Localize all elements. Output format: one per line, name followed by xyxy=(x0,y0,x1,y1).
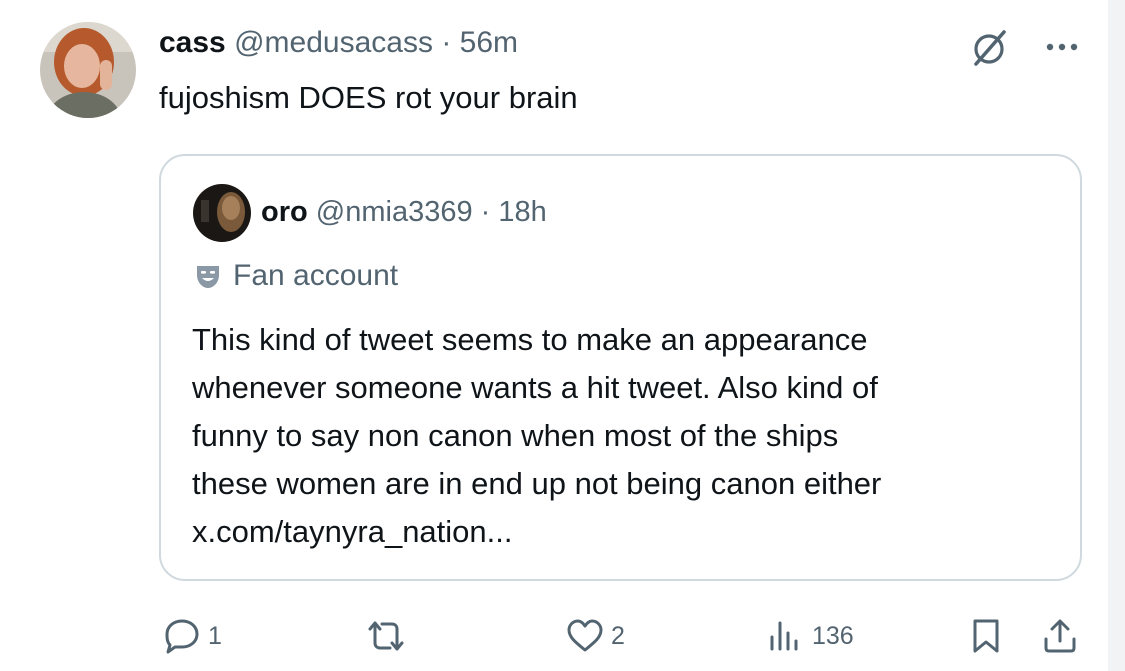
reply-icon xyxy=(162,617,202,655)
views-icon xyxy=(766,617,806,655)
bookmark-button[interactable] xyxy=(968,616,1004,656)
quoted-author-handle[interactable]: @nmia3369 xyxy=(316,196,473,228)
separator: · xyxy=(441,26,452,59)
like-icon xyxy=(565,617,605,655)
quoted-tweet-card[interactable]: oro @nmia3369 · 18h Fan account This kin… xyxy=(159,154,1082,581)
quoted-text-line: these women are in end up not being cano… xyxy=(192,466,882,501)
views-button[interactable]: 136 xyxy=(766,616,854,656)
separator: · xyxy=(480,196,491,228)
quoted-text-line: whenever someone wants a hit tweet. Also… xyxy=(192,370,878,405)
fan-account-label-row: Fan account xyxy=(193,256,398,296)
author-avatar[interactable] xyxy=(40,22,136,118)
bookmark-icon xyxy=(968,617,1004,655)
like-button[interactable]: 2 xyxy=(565,616,625,656)
quoted-tweet-header: oro @nmia3369 · 18h xyxy=(261,196,547,229)
author-name[interactable]: cass xyxy=(159,26,226,59)
repost-icon xyxy=(364,617,408,655)
reply-button[interactable]: 1 xyxy=(162,616,222,656)
fan-account-icon xyxy=(193,261,223,291)
quoted-author-avatar[interactable] xyxy=(193,184,251,242)
quoted-timestamp[interactable]: 18h xyxy=(498,196,546,228)
tweet-text: fujoshism DOES rot your brain xyxy=(159,80,578,115)
quoted-text-line: funny to say non canon when most of the … xyxy=(192,418,839,453)
share-icon xyxy=(1040,617,1080,655)
reply-count: 1 xyxy=(208,621,222,650)
timestamp[interactable]: 56m xyxy=(460,26,518,59)
like-count: 2 xyxy=(611,621,625,650)
fan-account-label: Fan account xyxy=(233,259,399,292)
tweet-header: cass @medusacass · 56m xyxy=(159,26,518,60)
quoted-text-line: This kind of tweet seems to make an appe… xyxy=(192,322,868,357)
scrollbar-track[interactable] xyxy=(1108,0,1125,671)
grok-icon[interactable] xyxy=(968,26,1012,70)
quoted-tweet-text: This kind of tweet seems to make an appe… xyxy=(192,316,1062,556)
repost-button[interactable] xyxy=(364,616,414,656)
views-count: 136 xyxy=(812,621,854,650)
quoted-link[interactable]: x.com/taynyra_nation... xyxy=(192,508,1062,556)
share-button[interactable] xyxy=(1040,616,1080,656)
author-handle[interactable]: @medusacass xyxy=(234,26,433,59)
more-options-icon[interactable] xyxy=(1042,36,1082,58)
quoted-author-name[interactable]: oro xyxy=(261,196,308,228)
